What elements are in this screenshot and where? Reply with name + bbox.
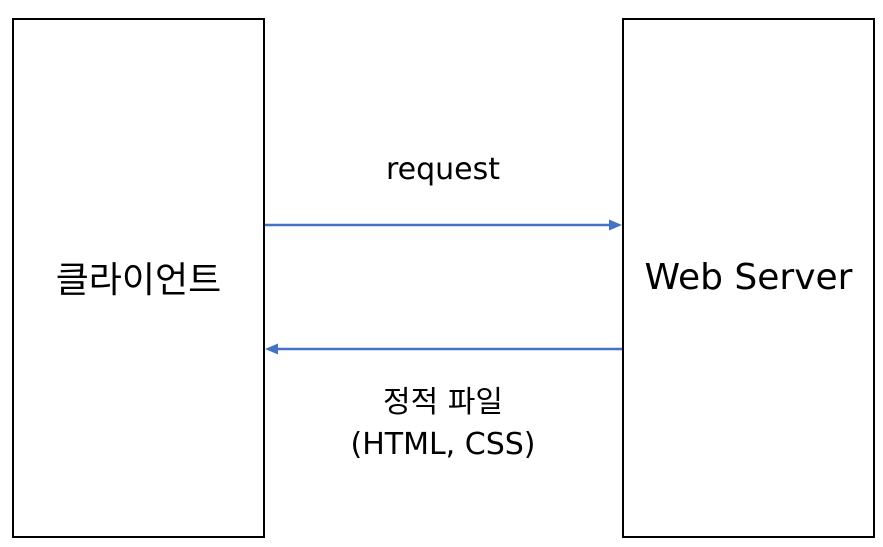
request-arrow xyxy=(265,219,622,231)
response-label: 정적 파일 (HTML, CSS) xyxy=(290,382,596,466)
request-label: request xyxy=(385,152,501,187)
response-arrow xyxy=(265,343,622,355)
response-label-line1: 정적 파일 xyxy=(383,385,503,420)
response-label-line2: (HTML, CSS) xyxy=(350,427,536,462)
